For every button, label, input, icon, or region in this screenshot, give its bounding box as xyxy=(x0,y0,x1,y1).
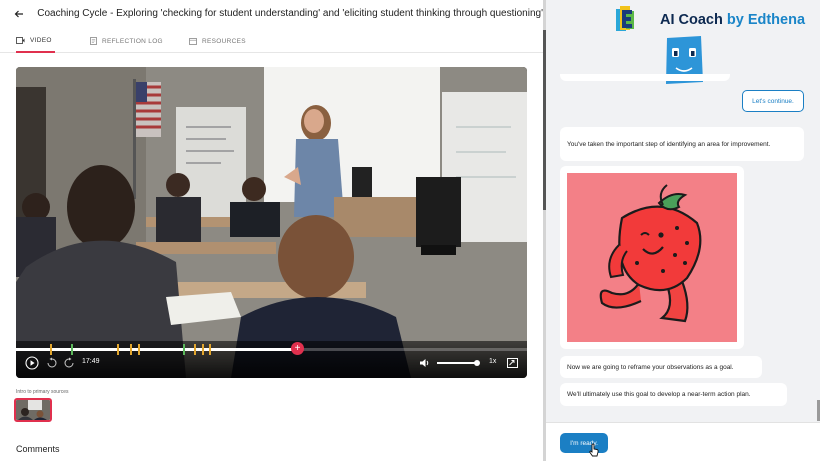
annotation-marker[interactable] xyxy=(117,344,119,355)
resources-icon xyxy=(189,37,197,45)
tab-label: RESOURCES xyxy=(202,37,246,45)
tab-video[interactable]: VIDEO xyxy=(16,29,55,53)
play-button[interactable] xyxy=(25,356,39,370)
annotation-marker[interactable] xyxy=(183,344,185,355)
picture-in-picture-button[interactable] xyxy=(507,356,518,370)
progress-bar[interactable]: + xyxy=(16,342,527,355)
coach-message: Now we are going to reframe your observa… xyxy=(560,356,762,378)
clip-thumbnail[interactable] xyxy=(14,398,52,422)
rewind-button[interactable] xyxy=(46,356,58,370)
volume-button[interactable] xyxy=(419,356,431,370)
brand-by: by Edthena xyxy=(726,11,806,28)
lets-continue-button[interactable]: Let's continue. xyxy=(742,90,804,112)
volume-knob[interactable] xyxy=(473,360,480,366)
tab-label: REFLECTION LOG xyxy=(102,37,163,45)
header-bar: Coaching Cycle - Exploring 'checking for… xyxy=(0,0,543,27)
thumbnail-image xyxy=(16,400,50,420)
brand-name: AI Coach by Edthena xyxy=(660,12,805,28)
forward-button[interactable] xyxy=(63,356,75,370)
video-panel: Coaching Cycle - Exploring 'checking for… xyxy=(0,0,543,461)
back-button[interactable] xyxy=(13,7,25,21)
volume-slider[interactable] xyxy=(437,360,480,366)
volume-icon xyxy=(420,359,429,367)
walking-strawberry-illustration xyxy=(567,173,737,342)
video-player[interactable]: + 17:49 1x xyxy=(16,67,527,378)
ai-coach-panel: AI Coach by Edthena Let's continue. You'… xyxy=(546,0,820,461)
classroom-video-frame xyxy=(16,67,527,378)
annotation-marker[interactable] xyxy=(138,344,140,355)
scrubber-handle[interactable]: + xyxy=(291,342,304,355)
page-title: Coaching Cycle - Exploring 'checking for… xyxy=(37,8,543,19)
pip-icon xyxy=(507,358,518,368)
im-ready-button[interactable]: I'm ready. xyxy=(560,433,608,453)
log-icon xyxy=(90,37,97,45)
current-time: 17:49 xyxy=(82,358,100,365)
arrow-left-icon xyxy=(14,10,24,17)
progress-fill xyxy=(16,348,297,351)
annotation-marker[interactable] xyxy=(71,344,73,355)
annotation-marker[interactable] xyxy=(130,344,132,355)
reply-area: I'm ready. xyxy=(546,422,820,461)
annotation-marker[interactable] xyxy=(209,344,211,355)
annotation-marker[interactable] xyxy=(194,344,196,355)
annotation-marker[interactable] xyxy=(202,344,204,355)
video-icon xyxy=(16,36,25,44)
coach-message: We'll ultimately use this goal to develo… xyxy=(560,383,787,406)
tab-reflection-log[interactable]: REFLECTION LOG xyxy=(90,29,163,53)
hand-cursor-icon xyxy=(589,443,599,457)
playback-speed[interactable]: 1x xyxy=(489,358,496,365)
edthena-logo-icon xyxy=(616,6,650,33)
clip-label: Intro to primary sources xyxy=(16,389,69,395)
comments-heading: Comments xyxy=(16,444,60,454)
tab-label: VIDEO xyxy=(30,36,52,44)
coach-message: You've taken the important step of ident… xyxy=(560,127,804,161)
annotation-marker[interactable] xyxy=(50,344,52,355)
brand-header: AI Coach by Edthena xyxy=(616,6,805,33)
play-icon xyxy=(25,356,39,370)
volume-fill xyxy=(437,362,477,364)
coach-image-card xyxy=(560,166,744,349)
brand-title: AI Coach xyxy=(660,11,723,28)
previous-message xyxy=(560,74,730,81)
rewind-icon xyxy=(47,357,57,368)
tab-resources[interactable]: RESOURCES xyxy=(189,29,246,53)
forward-icon xyxy=(64,357,74,368)
tab-bar: VIDEO REFLECTION LOG RESOURCES xyxy=(0,29,543,53)
